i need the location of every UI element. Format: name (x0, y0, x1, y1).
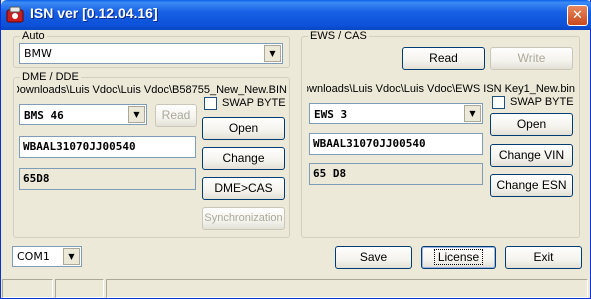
dme-vin-field[interactable]: WBAAL31070JJ00540 (19, 136, 196, 158)
dme-ecu-select[interactable]: BMS 46 ▼ (19, 104, 147, 125)
close-icon: ✕ (572, 8, 583, 23)
chevron-down-icon[interactable]: ▼ (63, 248, 80, 265)
save-button[interactable]: Save (335, 246, 412, 269)
com-port-value: COM1 (17, 250, 50, 263)
ews-module-value: EWS 3 (314, 108, 348, 121)
dme-read-button[interactable]: Read (155, 104, 197, 127)
exit-button[interactable]: Exit (505, 246, 582, 269)
dme-open-button[interactable]: Open (202, 117, 285, 140)
dme-synchronization-button[interactable]: Synchronization (202, 207, 285, 230)
dme-file-path: C:\Users\Downloads\Luis Vdoc\Luis Vdoc\B… (17, 84, 287, 96)
app-window: ISN ver [0.12.04.16] ✕ Auto BMW ▼ DME / … (0, 0, 591, 299)
com-port-select[interactable]: COM1 ▼ (12, 246, 82, 267)
ews-module-select[interactable]: EWS 3 ▼ (309, 103, 483, 124)
dme-swap-byte-box[interactable] (204, 97, 217, 110)
chevron-down-icon[interactable]: ▼ (128, 106, 145, 123)
ews-change-vin-button[interactable]: Change VIN (490, 144, 573, 167)
auto-select-value: BMW (24, 47, 52, 60)
app-icon (6, 6, 24, 23)
dme-cas-button[interactable]: DME>CAS (202, 177, 285, 200)
dme-swap-byte-checkbox[interactable]: SWAP BYTE (204, 97, 289, 111)
dme-change-button[interactable]: Change (202, 147, 285, 170)
status-pane-3 (106, 279, 588, 298)
ews-file-path: C:\Users\Downloads\Luis Vdoc\Luis Vdoc\E… (307, 83, 575, 95)
ews-write-button[interactable]: Write (490, 47, 573, 70)
ews-vin-value: WBAAL31070JJ00540 (313, 137, 426, 150)
license-button[interactable]: License (421, 246, 496, 269)
dme-isn-field: 65D8 (19, 168, 196, 190)
ews-swap-byte-box[interactable] (492, 96, 505, 109)
status-pane-2 (55, 279, 104, 298)
ews-read-button[interactable]: Read (402, 47, 485, 70)
status-pane-1 (2, 279, 53, 298)
dme-isn-value: 65D8 (23, 172, 50, 185)
status-bar (2, 279, 589, 298)
ews-swap-byte-label: SWAP BYTE (510, 96, 574, 108)
dme-swap-byte-label: SWAP BYTE (222, 97, 286, 109)
ews-vin-field[interactable]: WBAAL31070JJ00540 (309, 133, 483, 155)
ews-swap-byte-checkbox[interactable]: SWAP BYTE (492, 96, 577, 110)
auto-select[interactable]: BMW ▼ (19, 43, 283, 64)
ews-isn-value: 65 D8 (313, 167, 347, 180)
ews-open-button[interactable]: Open (490, 113, 573, 136)
title-bar: ISN ver [0.12.04.16] ✕ (1, 0, 591, 30)
ews-group-label: EWS / CAS (308, 30, 369, 42)
auto-group-label: Auto (20, 30, 47, 42)
window-title: ISN ver [0.12.04.16] (30, 5, 158, 21)
close-button[interactable]: ✕ (567, 5, 588, 26)
chevron-down-icon[interactable]: ▼ (264, 45, 281, 62)
dme-vin-value: WBAAL31070JJ00540 (23, 140, 136, 153)
chevron-down-icon[interactable]: ▼ (464, 105, 481, 122)
dme-ecu-value: BMS 46 (24, 109, 64, 122)
dme-group-label: DME / DDE (20, 71, 81, 83)
ews-change-esn-button[interactable]: Change ESN (490, 174, 573, 197)
ews-isn-field: 65 D8 (309, 163, 483, 185)
